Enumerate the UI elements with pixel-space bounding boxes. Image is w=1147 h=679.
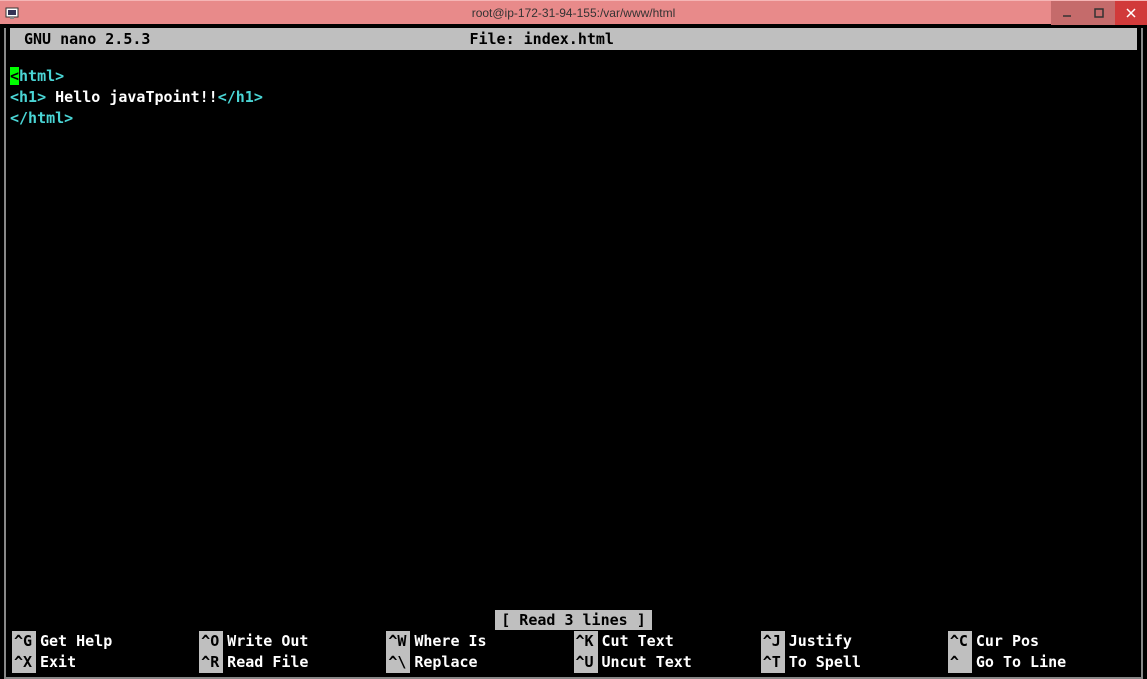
cursor: < [10, 67, 19, 85]
nano-app-label: GNU nano 2.5.3 [14, 28, 150, 50]
shortcut-read-file: ^RRead File [199, 652, 386, 673]
shortcut-to-spell: ^TTo Spell [761, 652, 948, 673]
close-button[interactable] [1115, 1, 1147, 25]
code-tag: <h1> [10, 88, 46, 106]
shortcut-bar: ^GGet Help ^OWrite Out ^WWhere Is ^KCut … [12, 631, 1135, 673]
code-text: Hello javaTpoint!! [46, 88, 218, 106]
shortcut-justify: ^JJustify [761, 631, 948, 652]
code-tag: </h1> [218, 88, 263, 106]
shortcut-cur-pos: ^CCur Pos [948, 631, 1135, 652]
minimize-button[interactable] [1051, 1, 1083, 25]
editor-content[interactable]: <html> <h1> Hello javaTpoint!!</h1> </ht… [6, 50, 1141, 129]
maximize-button[interactable] [1083, 1, 1115, 25]
window-title: root@ip-172-31-94-155:/var/www/html [472, 6, 676, 20]
shortcut-row-2: ^XExit ^RRead File ^\Replace ^UUncut Tex… [12, 652, 1135, 673]
shortcut-exit: ^XExit [12, 652, 199, 673]
shortcut-write-out: ^OWrite Out [199, 631, 386, 652]
putty-icon [4, 5, 20, 21]
shortcut-cut-text: ^KCut Text [574, 631, 761, 652]
shortcut-row-1: ^GGet Help ^OWrite Out ^WWhere Is ^KCut … [12, 631, 1135, 652]
window-controls [1051, 1, 1147, 24]
shortcut-get-help: ^GGet Help [12, 631, 199, 652]
code-tag: </html> [10, 109, 73, 127]
nano-titlebar: GNU nano 2.5.3 File: index.html [10, 28, 1137, 50]
shortcut-replace: ^\Replace [386, 652, 573, 673]
code-tag: html> [19, 67, 64, 85]
nano-status-text: [ Read 3 lines ] [495, 610, 652, 630]
shortcut-uncut-text: ^UUncut Text [574, 652, 761, 673]
nano-status-line: [ Read 3 lines ] [6, 611, 1141, 629]
nano-file-label: File: index.html [469, 28, 814, 50]
shortcut-where-is: ^WWhere Is [386, 631, 573, 652]
window-titlebar: root@ip-172-31-94-155:/var/www/html [0, 0, 1147, 24]
terminal[interactable]: GNU nano 2.5.3 File: index.html <html> <… [0, 28, 1147, 679]
shortcut-go-to-line: ^ Go To Line [948, 652, 1135, 673]
